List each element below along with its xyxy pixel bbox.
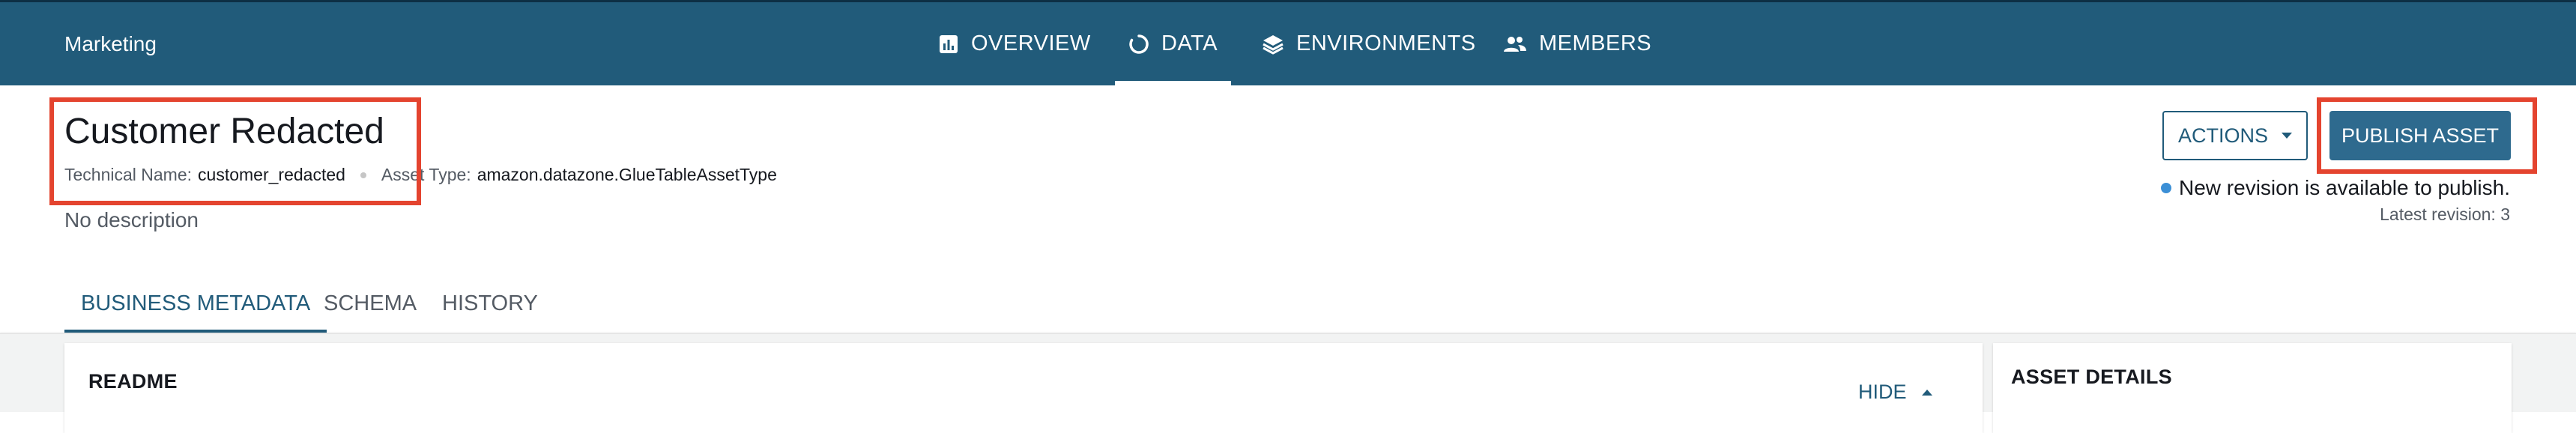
asset-details-title: ASSET DETAILS xyxy=(2011,366,2172,388)
asset-details-card: ASSET DETAILS xyxy=(1993,343,2512,433)
nav-members[interactable]: MEMBERS xyxy=(1503,2,1651,85)
readme-title: README xyxy=(88,370,178,393)
top-nav-bar: Marketing OVERVIEW DATA ENVIRONMENTS MEM… xyxy=(0,0,2576,85)
publish-highlight-box xyxy=(2317,97,2537,174)
hide-label: HIDE xyxy=(1858,381,1907,403)
nav-members-label: MEMBERS xyxy=(1539,31,1652,55)
tab-schema[interactable]: SCHEMA xyxy=(324,274,417,333)
latest-revision: Latest revision: 3 xyxy=(2380,205,2510,224)
asset-tabs: BUSINESS METADATA SCHEMA HISTORY xyxy=(64,274,2512,333)
nav-data-label: DATA xyxy=(1161,31,1218,55)
tab-business-metadata-label: BUSINESS METADATA xyxy=(81,291,311,315)
revision-notice-text: New revision is available to publish. xyxy=(2179,176,2510,199)
asset-type-value: amazon.datazone.GlueTableAssetType xyxy=(477,165,777,184)
nav-data[interactable]: DATA xyxy=(1114,2,1232,85)
tab-history-label: HISTORY xyxy=(442,291,538,315)
actions-button[interactable]: ACTIONS xyxy=(2162,111,2308,160)
revision-notice: New revision is available to publish. xyxy=(2161,176,2510,200)
readme-card: README xyxy=(64,343,1983,433)
nav-overview[interactable]: OVERVIEW xyxy=(938,2,1091,85)
caret-up-icon xyxy=(1921,389,1932,396)
nav-environments-label: ENVIRONMENTS xyxy=(1296,31,1476,55)
status-dot-icon xyxy=(2161,183,2171,193)
loading-circle-icon xyxy=(1128,34,1149,55)
title-highlight-box xyxy=(49,97,421,205)
bar-chart-icon xyxy=(938,34,959,55)
nav-overview-label: OVERVIEW xyxy=(971,31,1091,55)
hide-readme-button[interactable]: HIDE xyxy=(1858,381,1932,404)
caret-down-icon xyxy=(2282,133,2292,139)
tab-business-metadata[interactable]: BUSINESS METADATA xyxy=(64,274,327,333)
tab-history[interactable]: HISTORY xyxy=(442,274,538,333)
nav-environments[interactable]: ENVIRONMENTS xyxy=(1262,2,1476,85)
project-name[interactable]: Marketing xyxy=(64,2,157,85)
layers-icon xyxy=(1262,33,1284,55)
tab-schema-label: SCHEMA xyxy=(324,291,417,315)
people-icon xyxy=(1503,34,1527,55)
asset-description: No description xyxy=(64,208,199,231)
actions-button-label: ACTIONS xyxy=(2177,124,2268,147)
